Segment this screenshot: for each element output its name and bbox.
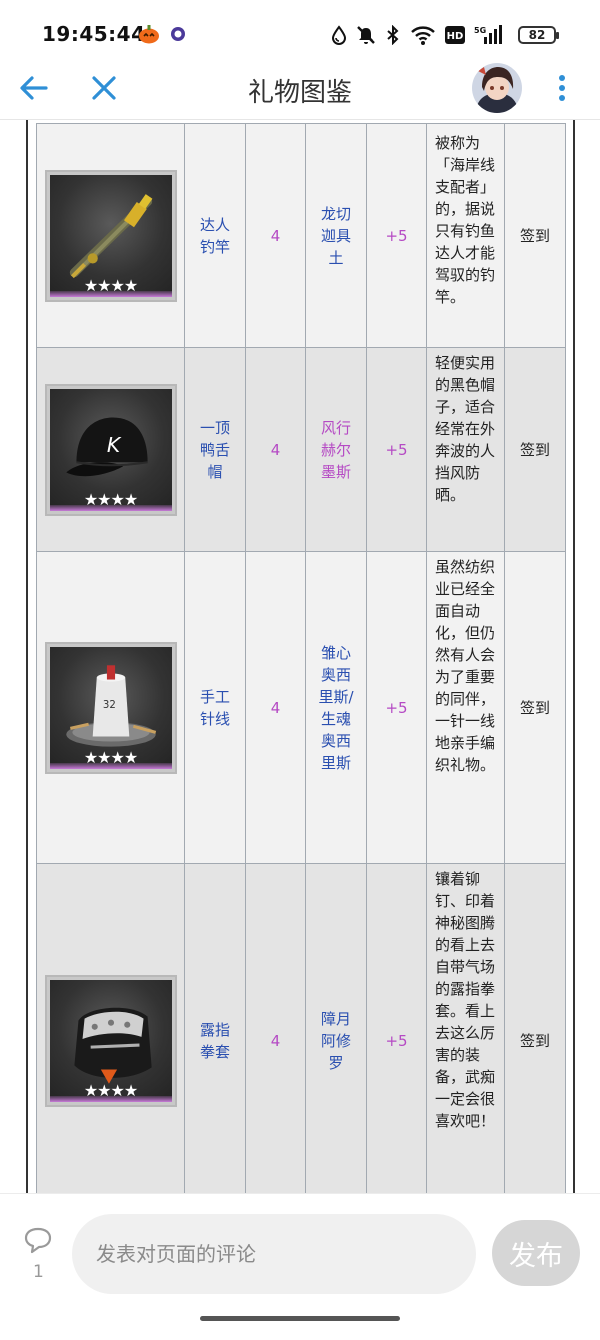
gift-name[interactable]: 手工针线 bbox=[184, 551, 246, 864]
mute-bell-icon bbox=[357, 26, 375, 44]
comment-count: 1 bbox=[33, 1262, 44, 1282]
fingerless-glove-image[interactable]: ★★★★ bbox=[44, 974, 177, 1107]
fishing-rod-image[interactable]: ★★★★ bbox=[44, 169, 177, 302]
gift-source: 签到 bbox=[504, 347, 566, 552]
app-header: 礼物图鉴 bbox=[0, 63, 600, 120]
rarity-stars: ★★★★ bbox=[83, 489, 138, 509]
gift-star-count: 4 bbox=[245, 123, 306, 348]
gift-image-cell: ★★★★ bbox=[36, 863, 185, 1193]
svg-text:HD: HD bbox=[447, 31, 464, 42]
gift-description: 镶着铆钉、印着神秘图腾的看上去自带气场的露指拳套。看上去这么厉害的装备，武痴一定… bbox=[426, 863, 505, 1193]
publish-button[interactable]: 发布 bbox=[492, 1220, 580, 1286]
baseball-cap-image[interactable]: K ★★★★ bbox=[44, 383, 177, 516]
gift-description: 虽然纺织业已经全面自动化，但仍然有人会为了重要的同伴，一针一线地亲手编织礼物。 bbox=[426, 551, 505, 864]
page-content[interactable]: ★★★★ 达人钓竿 4 龙切迦具土 +5 被称为「海岸线支配者」的，据说只有钓鱼… bbox=[0, 120, 600, 1193]
gift-name[interactable]: 达人钓竿 bbox=[184, 123, 246, 348]
status-bar: 19:45:44 HD 5G 82 bbox=[0, 0, 600, 64]
bluetooth-icon bbox=[387, 25, 399, 45]
more-options-icon[interactable] bbox=[552, 70, 572, 106]
gift-star-count: 4 bbox=[245, 347, 306, 552]
status-icons: HD 5G bbox=[331, 24, 502, 46]
comment-icon[interactable] bbox=[23, 1226, 53, 1254]
table-row: ★★★★ 露指拳套 4 障月阿修罗 +5 镶着铆钉、印着神秘图腾的看上去自带气场… bbox=[36, 863, 566, 1193]
home-indicator bbox=[200, 1316, 400, 1321]
svg-text:32: 32 bbox=[102, 700, 115, 711]
gift-image-cell: K ★★★★ bbox=[36, 347, 185, 552]
gift-favor-value: +5 bbox=[366, 863, 427, 1193]
gift-source: 签到 bbox=[504, 123, 566, 348]
table-row: ★★★★ 达人钓竿 4 龙切迦具土 +5 被称为「海岸线支配者」的，据说只有钓鱼… bbox=[36, 123, 566, 348]
gift-star-count: 4 bbox=[245, 551, 306, 864]
gift-character-link[interactable]: 障月阿修罗 bbox=[305, 863, 367, 1193]
hd-icon: HD bbox=[445, 26, 465, 44]
gift-character-link[interactable]: 风行赫尔墨斯 bbox=[305, 347, 367, 552]
gift-description: 轻便实用的黑色帽子，适合经常在外奔波的人挡风防晒。 bbox=[426, 347, 505, 552]
wifi-icon bbox=[411, 26, 435, 45]
gift-star-count: 4 bbox=[245, 863, 306, 1193]
gift-source: 签到 bbox=[504, 863, 566, 1193]
gift-character-link[interactable]: 龙切迦具土 bbox=[305, 123, 367, 348]
battery-indicator: 82 bbox=[518, 26, 559, 44]
svg-text:K: K bbox=[106, 433, 121, 457]
status-time: 19:45:44 bbox=[42, 22, 146, 46]
gift-name[interactable]: 一顶鸭舌帽 bbox=[184, 347, 246, 552]
table-row: K ★★★★ 一顶鸭舌帽 4 风行赫尔墨斯 +5 轻便实用的黑色帽子，适合经常在… bbox=[36, 347, 566, 552]
signal-5g-icon: 5G bbox=[474, 25, 502, 44]
rarity-stars: ★★★★ bbox=[83, 275, 138, 295]
app-notification-icon bbox=[170, 24, 190, 44]
thread-spool-image[interactable]: 32 ★★★★ bbox=[44, 641, 177, 774]
avatar[interactable] bbox=[472, 63, 522, 113]
gift-favor-value: +5 bbox=[366, 123, 427, 348]
rarity-stars: ★★★★ bbox=[83, 1080, 138, 1100]
gift-source: 签到 bbox=[504, 551, 566, 864]
table-row: 32 ★★★★ 手工针线 4 雏心奥西里斯/生魂奥西里斯 +5 虽然纺织业已经全… bbox=[36, 551, 566, 864]
gift-image-cell: ★★★★ bbox=[36, 123, 185, 348]
comment-input[interactable] bbox=[72, 1214, 476, 1294]
gift-favor-value: +5 bbox=[366, 347, 427, 552]
gift-name[interactable]: 露指拳套 bbox=[184, 863, 246, 1193]
gift-description: 被称为「海岸线支配者」的，据说只有钓鱼达人才能驾驭的钓竿。 bbox=[426, 123, 505, 348]
pumpkin-icon bbox=[138, 24, 159, 44]
svg-text:5G: 5G bbox=[474, 26, 486, 35]
gift-favor-value: +5 bbox=[366, 551, 427, 864]
rarity-stars: ★★★★ bbox=[83, 747, 138, 767]
gift-table: ★★★★ 达人钓竿 4 龙切迦具土 +5 被称为「海岸线支配者」的，据说只有钓鱼… bbox=[36, 123, 566, 1193]
comment-bar: 1 发布 bbox=[0, 1193, 600, 1340]
gift-image-cell: 32 ★★★★ bbox=[36, 551, 185, 864]
gift-character-link[interactable]: 雏心奥西里斯/生魂奥西里斯 bbox=[305, 551, 367, 864]
water-drop-icon bbox=[331, 25, 347, 45]
